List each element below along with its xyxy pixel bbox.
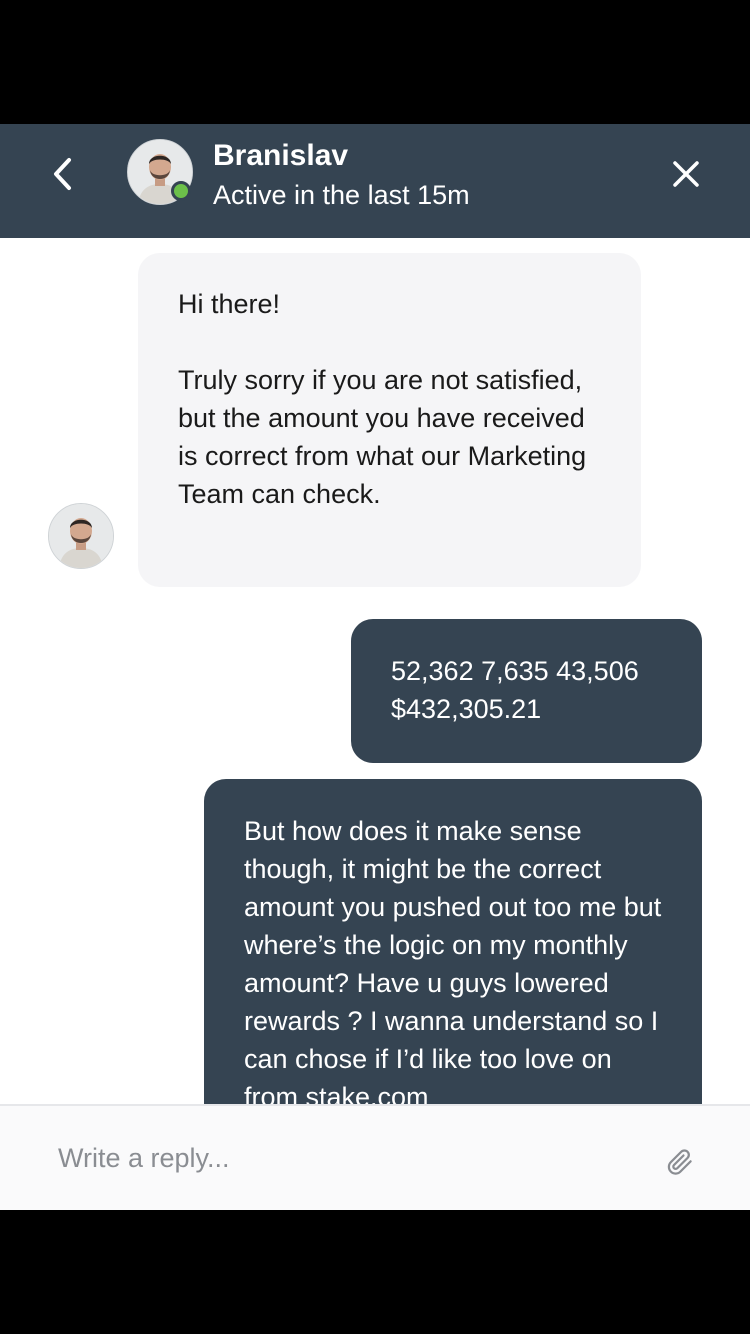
status-bar-area xyxy=(0,0,750,124)
home-indicator-area xyxy=(0,1210,750,1334)
paperclip-icon xyxy=(667,1149,692,1175)
attach-button[interactable] xyxy=(660,1142,700,1182)
reply-input[interactable] xyxy=(40,1128,676,1188)
agent-message-bubble: Hi there! Truly sorry if you are not sat… xyxy=(138,253,641,587)
online-status-dot xyxy=(171,181,191,201)
user-message-bubble: 52,362 7,635 43,506 $432,305.21 xyxy=(351,619,702,763)
contact-name: Branislav xyxy=(213,139,349,172)
reply-composer xyxy=(0,1104,750,1210)
contact-avatar-wrapper xyxy=(127,139,193,205)
user-message-bubble: But how does it make sense though, it mi… xyxy=(204,779,702,1104)
close-icon xyxy=(673,161,699,187)
back-button[interactable] xyxy=(42,150,82,198)
person-avatar-icon xyxy=(49,504,113,568)
agent-avatar xyxy=(48,503,114,569)
close-button[interactable] xyxy=(664,152,708,196)
message-list[interactable]: Hi there! Truly sorry if you are not sat… xyxy=(0,238,750,1104)
contact-status: Active in the last 15m xyxy=(213,180,470,210)
chevron-left-icon xyxy=(54,158,71,190)
